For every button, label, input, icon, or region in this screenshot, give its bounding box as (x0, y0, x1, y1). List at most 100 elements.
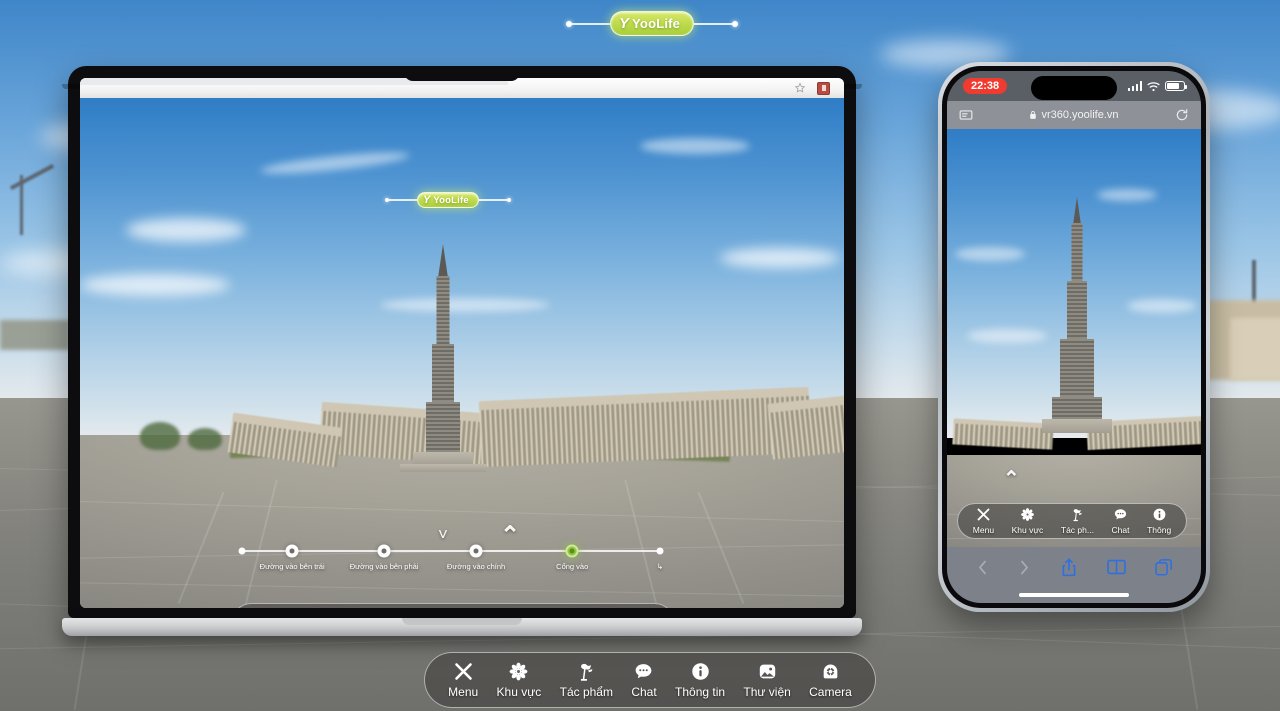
menubar-item-label: Menu (448, 685, 479, 699)
menubar-item-label: Camera (809, 685, 852, 699)
reload-icon[interactable] (1175, 108, 1189, 122)
chevron-right-icon[interactable] (1018, 559, 1031, 576)
timeline-track[interactable]: Đường vào bên trái Đường vào bên phải Đườn… (238, 544, 664, 571)
brand-pill[interactable]: Y YooLife (417, 192, 479, 208)
yoolife-logo-icon: Y (619, 15, 630, 32)
laptop-brand-badge[interactable]: Y YooLife (385, 192, 511, 208)
badge-right-line (694, 22, 733, 25)
panorama-viewport[interactable]: Y YooLife ˅ ⌃ Đường vào bên trái Đường và… (80, 98, 844, 608)
statue-icon[interactable] (576, 661, 597, 682)
share-icon[interactable] (1061, 557, 1077, 577)
timeline-end-point (656, 547, 664, 555)
menubar-item-0[interactable]: Menu (439, 661, 487, 699)
menubar-item-label: Thông tin (675, 685, 726, 699)
lock-icon (1030, 111, 1037, 119)
safari-url-bar[interactable]: vr360.yoolife.vn (947, 101, 1201, 129)
tour-timeline[interactable]: ˅ ⌃ Đường vào bên trái Đường vào bên phải… (238, 524, 664, 571)
phone-frame: 22:38 vr360.yoolife.vn ⌃ Menu Khu vực Tá… (938, 62, 1210, 612)
badge-right-dot (732, 20, 739, 27)
laptop-camera-notch (404, 66, 520, 81)
compass-flower-icon[interactable] (508, 661, 529, 682)
laptop-tour-menubar[interactable]: MenuKhu vựcTác phẩmChatThông tinThư viện… (232, 603, 674, 608)
menubar-item-1[interactable]: Khu vực (487, 661, 550, 699)
menubar-item-1[interactable]: Khu vực (1003, 507, 1052, 535)
home-indicator[interactable] (947, 587, 1201, 603)
timeline-node-label: Cổng vào (556, 562, 589, 571)
safari-bottom-toolbar[interactable] (947, 547, 1201, 587)
menubar-item-label: Tác phẩm (559, 685, 613, 699)
badge-right-dot (506, 198, 511, 202)
laptop-screen[interactable]: Y YooLife ˅ ⌃ Đường vào bên trái Đường và… (80, 78, 844, 608)
badge-left-line (572, 22, 610, 25)
photo-gallery-icon[interactable] (757, 661, 778, 682)
chevron-up-icon[interactable]: ⌃ (500, 524, 520, 548)
menubar-item-0[interactable]: Menu (964, 507, 1003, 535)
battery-icon (1165, 81, 1187, 91)
phone-tour-menubar[interactable]: Menu Khu vực Tác ph... Chat Thông (957, 503, 1187, 539)
ios-status-bar: 22:38 (947, 71, 1201, 101)
phone-panorama-viewport[interactable]: ⌃ Menu Khu vực Tác ph... Chat Thông (947, 129, 1201, 547)
info-circle-icon[interactable] (1152, 507, 1167, 522)
url-display[interactable]: vr360.yoolife.vn (1029, 109, 1119, 121)
menubar-item-5[interactable]: Thư viện (734, 661, 800, 699)
menubar-item-4[interactable]: Thông (1138, 507, 1180, 535)
menubar-item-label: Chat (631, 685, 657, 699)
status-indicators (1127, 81, 1187, 92)
timeline-node-0[interactable] (285, 544, 299, 558)
extension-badge-icon[interactable] (817, 81, 830, 95)
status-time-recording-pill: 22:38 (963, 78, 1008, 94)
brand-name: YooLife (632, 16, 681, 31)
chat-bubble-icon[interactable] (1113, 507, 1128, 522)
camera-dome-icon[interactable] (820, 661, 841, 682)
global-tour-menubar-wrap: Menu Khu vực Tác phẩm Chat Thông tin Thư viện… (424, 652, 876, 708)
menubar-item-label: Khu vực (496, 685, 542, 699)
menubar-item-4[interactable]: Thông tin (666, 661, 734, 699)
menubar-item-label: Khu vực (1011, 525, 1044, 535)
wifi-icon (1147, 81, 1160, 91)
global-tour-menubar[interactable]: Menu Khu vực Tác phẩm Chat Thông tin Thư viện… (424, 652, 876, 708)
brand-pill[interactable]: Y YooLife (610, 11, 695, 36)
chat-bubble-icon[interactable] (633, 661, 654, 682)
star-icon[interactable] (794, 82, 806, 94)
chevron-left-icon[interactable] (976, 559, 989, 576)
laptop-base-groove (402, 618, 522, 625)
timeline-node-label: Đường vào chính (446, 562, 506, 571)
timeline-node-label: Đường vào bên trái (259, 562, 325, 571)
reader-view-icon[interactable] (959, 109, 973, 121)
info-circle-icon[interactable] (690, 661, 711, 682)
menubar-item-3[interactable]: Chat (1103, 507, 1139, 535)
timeline-node-1[interactable] (377, 544, 391, 558)
menubar-item-label: Thư viện (743, 685, 791, 699)
menubar-item-2[interactable]: Tác ph... (1052, 507, 1103, 535)
chevron-up-icon[interactable]: ⌃ (1003, 469, 1020, 489)
menubar-item-label: Chat (1111, 525, 1130, 535)
menubar-item-6[interactable]: Camera (800, 661, 861, 699)
chevron-down-icon[interactable]: ˅ (438, 526, 448, 543)
dynamic-island (1031, 76, 1117, 100)
browser-chrome (80, 78, 844, 98)
laptop-device: Y YooLife ˅ ⌃ Đường vào bên trái Đường và… (62, 66, 868, 636)
menubar-item-label: Tác ph... (1060, 525, 1094, 535)
menubar-item-3[interactable]: Chat (622, 661, 666, 699)
timeline-node-3[interactable] (565, 544, 579, 558)
panorama-tower (80, 98, 844, 608)
phone-device: 22:38 vr360.yoolife.vn ⌃ Menu Khu vực Tá… (938, 62, 1210, 612)
phone-body: 22:38 vr360.yoolife.vn ⌃ Menu Khu vực Tá… (942, 66, 1206, 608)
background-building (0, 320, 70, 350)
menubar-item-label: Thông (1147, 525, 1172, 535)
compass-flower-icon[interactable] (1020, 507, 1035, 522)
phone-screen[interactable]: 22:38 vr360.yoolife.vn ⌃ Menu Khu vực Tá… (947, 71, 1201, 603)
timeline-node-2[interactable] (469, 544, 483, 558)
close-x-icon[interactable] (453, 661, 474, 682)
close-x-icon[interactable] (976, 507, 991, 522)
panorama-tower (947, 129, 1201, 547)
book-icon[interactable] (1106, 559, 1126, 575)
background-crane (20, 175, 23, 235)
tabs-icon[interactable] (1155, 558, 1173, 576)
menubar-item-2[interactable]: Tác phẩm (550, 661, 622, 699)
badge-right-line (478, 199, 507, 201)
statue-icon[interactable] (1070, 507, 1085, 522)
top-brand-badge[interactable]: Y YooLife (566, 11, 739, 36)
background-building (1230, 318, 1280, 380)
timeline-node-label: Đường vào bên phải (349, 562, 419, 571)
